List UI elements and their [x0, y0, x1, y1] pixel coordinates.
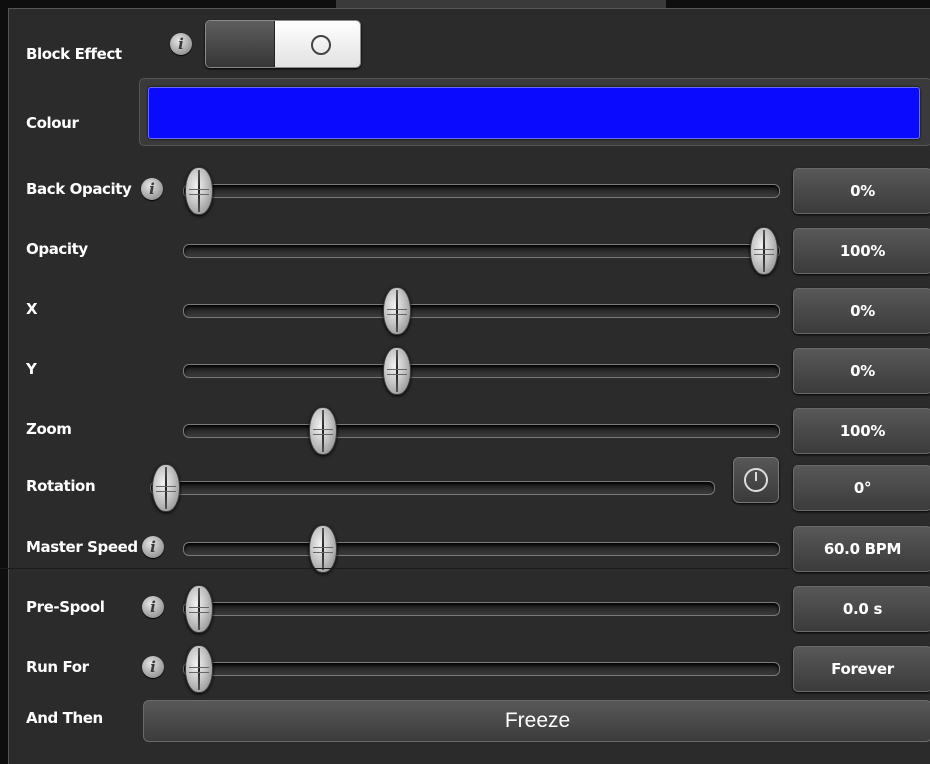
toggle-off-side — [206, 21, 275, 67]
slider-thumb[interactable] — [185, 167, 213, 215]
slider-thumb[interactable] — [382, 347, 411, 395]
slider-track[interactable] — [183, 304, 780, 318]
clock-icon — [744, 468, 768, 492]
slider-track[interactable] — [183, 184, 780, 198]
info-icon[interactable]: i — [142, 536, 164, 558]
block-effect-label: Block Effect — [26, 45, 122, 63]
slider-track[interactable] — [150, 481, 715, 495]
colour-swatch[interactable] — [148, 87, 920, 139]
slider-value-field[interactable]: 0.0 s — [793, 586, 930, 632]
rotation-mode-button[interactable] — [733, 457, 779, 503]
slider-label: Pre-Spool — [26, 598, 105, 616]
and-then-label: And Then — [26, 709, 103, 727]
slider-label: Y — [26, 360, 37, 378]
slider-value-field[interactable]: Forever — [793, 646, 930, 692]
info-icon[interactable]: i — [170, 33, 192, 55]
slider-track[interactable] — [183, 602, 780, 616]
info-icon[interactable]: i — [142, 656, 164, 678]
slider-thumb[interactable] — [185, 645, 213, 693]
slider-label: Opacity — [26, 240, 88, 258]
info-icon[interactable]: i — [141, 178, 163, 200]
slider-track[interactable] — [183, 364, 780, 378]
slider-label: Back Opacity — [26, 180, 132, 198]
slider-value-field[interactable]: 0% — [793, 348, 930, 394]
slider-value-field[interactable]: 60.0 BPM — [793, 526, 930, 572]
slider-label: Master Speed — [26, 538, 138, 556]
toggle-ring-icon — [311, 35, 331, 55]
slider-track[interactable] — [183, 662, 780, 676]
block-effect-toggle[interactable] — [205, 20, 361, 68]
top-strip — [336, 0, 666, 8]
slider-value-field[interactable]: 0% — [793, 168, 930, 214]
slider-value-field[interactable]: 100% — [793, 408, 930, 454]
info-icon[interactable]: i — [142, 596, 164, 618]
slider-label: Rotation — [26, 477, 96, 495]
slider-thumb[interactable] — [309, 407, 338, 455]
slider-thumb[interactable] — [382, 287, 411, 335]
section-divider — [0, 568, 790, 569]
slider-track[interactable] — [183, 424, 780, 438]
slider-label: Run For — [26, 658, 89, 676]
slider-thumb[interactable] — [152, 464, 180, 512]
slider-label: X — [26, 300, 38, 318]
slider-value-field[interactable]: 100% — [793, 228, 930, 274]
slider-label: Zoom — [26, 420, 72, 438]
colour-label: Colour — [26, 114, 79, 132]
slider-track[interactable] — [183, 244, 780, 258]
slider-track[interactable] — [183, 542, 780, 556]
slider-thumb[interactable] — [309, 525, 338, 573]
freeze-button[interactable]: Freeze — [143, 700, 930, 742]
slider-thumb[interactable] — [185, 585, 213, 633]
slider-value-field[interactable]: 0° — [793, 465, 930, 511]
slider-value-field[interactable]: 0% — [793, 288, 930, 334]
slider-thumb[interactable] — [750, 227, 778, 275]
